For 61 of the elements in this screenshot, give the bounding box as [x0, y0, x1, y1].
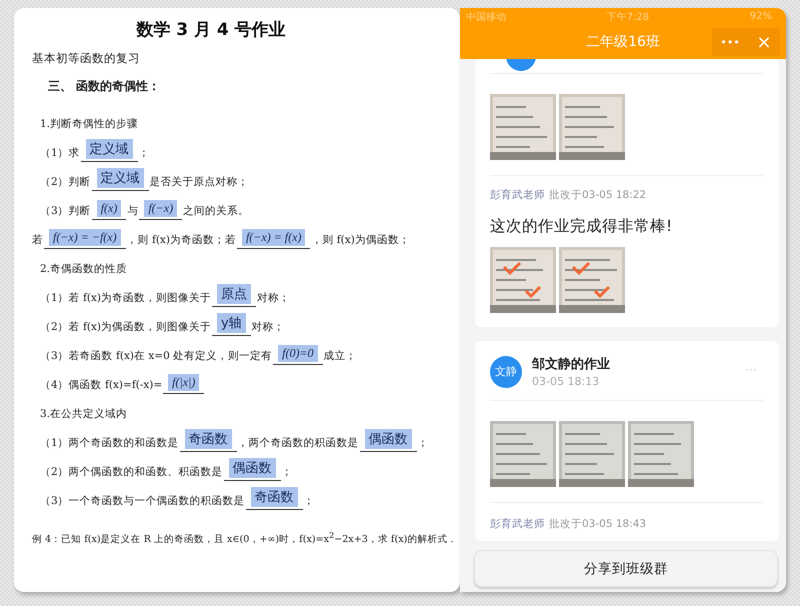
worksheet-text: （2）判断	[40, 175, 91, 190]
worksheet-text: 与	[127, 204, 138, 219]
worksheet-text: 对称；	[252, 320, 285, 335]
worksheet-text: 3.在公共定义域内	[40, 407, 128, 422]
battery-text: 92%	[750, 11, 772, 22]
worksheet-text: ；	[138, 146, 150, 161]
formula-answer: f(x)	[96, 200, 122, 217]
page-title: 二年级16班	[586, 33, 660, 51]
clock-text: 下午7:28	[606, 10, 650, 24]
worksheet-text: （3）若奇函数 f(x)在 x=0 处有定义，则一定有	[40, 349, 272, 364]
post-time: 03-05 18:13	[532, 375, 600, 388]
answer-highlight: 奇函数	[250, 487, 298, 507]
review-time: 批改于03-05 18:43	[549, 517, 646, 531]
worksheet-text: ；	[418, 436, 429, 451]
teacher-name: 彭育武老师	[490, 517, 545, 531]
worksheet-subtitle: 基本初等函数的复习	[32, 51, 141, 66]
worksheet-text: 对称；	[257, 291, 290, 306]
answer-highlight: 奇函数	[184, 429, 232, 449]
teacher-name: 彭育武老师	[490, 188, 545, 202]
avatar: 文静	[490, 356, 522, 388]
worksheet-text: （2）两个偶函数的和函数、积函数是	[40, 465, 223, 480]
section-heading: 三、 函数的奇偶性：	[48, 78, 162, 95]
answer-highlight: 定义域	[96, 168, 144, 188]
answer-highlight: y轴	[217, 313, 246, 333]
homework-name: 邹文静的作业	[532, 356, 610, 373]
review-time: 批改于03-05 18:22	[549, 188, 646, 202]
worksheet-text: （1）若 f(x)为奇函数，则图像关于	[40, 291, 212, 306]
answer-highlight: 原点	[217, 284, 252, 304]
answer-highlight: 定义域	[86, 139, 133, 159]
worksheet-text: 1.判断奇偶性的步骤	[40, 117, 138, 132]
carrier-text: 中国移动	[466, 10, 506, 24]
worksheet-text: 2.奇偶函数的性质	[40, 262, 128, 277]
worksheet-text: ，则 f(x)为奇函数；若	[126, 233, 236, 248]
more-button[interactable]: •••	[716, 36, 744, 48]
worksheet-text: ；	[282, 465, 293, 480]
formula-answer: f(0)=0	[278, 345, 318, 362]
formula-answer: f(−x)	[144, 200, 178, 217]
worksheet-text: 之间的关系。	[183, 204, 250, 219]
worksheet-text: （2）若 f(x)为偶函数，则图像关于	[40, 320, 212, 335]
worksheet-title: 数学 3 月 4 号作业	[136, 19, 286, 41]
more-button[interactable]: ···	[739, 361, 763, 377]
formula-answer: f(|x|)	[168, 374, 200, 391]
worksheet-text: 例 4：已知 f(x)是定义在 R 上的奇函数，且 x∈(0，+∞)时，f(x)=x$^{2}$−2x+3，求 f(x)的解析式 .	[32, 530, 454, 547]
worksheet-text: ；	[304, 494, 315, 509]
share-button[interactable]: 分享到班级群	[474, 550, 778, 587]
worksheet-text: （4）偶函数 f(x)=f(-x)=	[40, 378, 162, 393]
worksheet-text: ，则 f(x)为偶函数；	[311, 233, 410, 248]
worksheet-text: ，两个奇函数的积函数是	[238, 436, 359, 451]
formula-answer: f(−x) = f(x)	[242, 229, 306, 246]
worksheet-text: 成立；	[324, 349, 357, 364]
worksheet-text: 若	[32, 233, 43, 248]
worksheet-text: （1）求	[40, 146, 80, 161]
teacher-comment: 这次的作业完成得非常棒!	[490, 216, 674, 237]
answer-highlight: 偶函数	[228, 458, 276, 478]
worksheet-text: （3）一个奇函数与一个偶函数的积函数是	[40, 494, 245, 509]
close-button[interactable]: ×	[752, 32, 776, 52]
formula-answer: f(−x) = −f(x)	[49, 229, 121, 246]
worksheet-text: （3）判断	[40, 204, 91, 219]
worksheet-text: （1）两个奇函数的和函数是	[40, 436, 179, 451]
answer-highlight: 偶函数	[364, 429, 412, 449]
worksheet-text: 是否关于原点对称；	[150, 175, 249, 190]
